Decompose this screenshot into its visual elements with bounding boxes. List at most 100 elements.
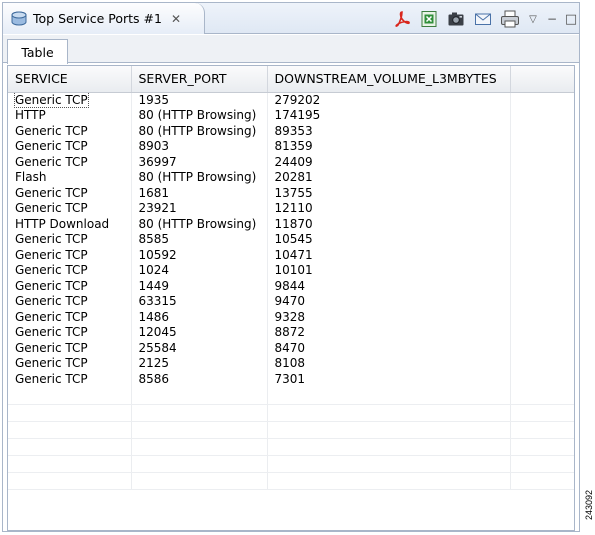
cell-filler: [510, 139, 574, 155]
table-row[interactable]: Generic TCP 1024 10101: [8, 263, 574, 279]
table-row[interactable]: Generic TCP 8903 81359: [8, 139, 574, 155]
empty-cell: [267, 472, 511, 490]
cell-service: Generic TCP: [8, 232, 132, 248]
view-toolbar: ▽ − □: [392, 8, 577, 30]
cell-server-port: 1935: [131, 92, 268, 108]
cell-service: Flash: [8, 170, 132, 186]
cell-service: Generic TCP: [8, 123, 132, 139]
empty-cell: [8, 404, 132, 422]
empty-cell: [131, 387, 268, 405]
cell-service: Generic TCP: [8, 139, 132, 155]
camera-icon[interactable]: [446, 9, 466, 29]
table-row[interactable]: Generic TCP 80 (HTTP Browsing) 89353: [8, 123, 574, 139]
cell-server-port: 36997: [131, 154, 268, 170]
cell-filler: [510, 247, 574, 263]
cell-downstream-volume: 13755: [267, 185, 511, 201]
cell-filler: [510, 232, 574, 248]
cell-filler: [510, 185, 574, 201]
table-row[interactable]: Generic TCP 2125 8108: [8, 356, 574, 372]
cell-downstream-volume: 8108: [267, 356, 511, 372]
cell-service: Generic TCP: [8, 340, 132, 356]
cell-downstream-volume: 9844: [267, 278, 511, 294]
pdf-export-icon[interactable]: [392, 9, 412, 29]
subtab-bar: Table: [3, 35, 579, 64]
column-header-server-port[interactable]: SERVER_PORT: [131, 66, 268, 93]
cell-server-port: 8585: [131, 232, 268, 248]
cell-filler: [510, 309, 574, 325]
cell-downstream-volume: 89353: [267, 123, 511, 139]
cell-service: Generic TCP: [8, 201, 132, 217]
cell-downstream-volume: 12110: [267, 201, 511, 217]
table-row[interactable]: Generic TCP 25584 8470: [8, 340, 574, 356]
table-row[interactable]: HTTP Download 80 (HTTP Browsing) 11870: [8, 216, 574, 232]
table-row[interactable]: Generic TCP 8585 10545: [8, 232, 574, 248]
empty-cell: [8, 472, 132, 490]
cell-server-port: 1024: [131, 263, 268, 279]
cell-server-port: 1486: [131, 309, 268, 325]
minimize-icon[interactable]: −: [546, 11, 558, 27]
empty-cell: [267, 455, 511, 473]
empty-cell: [267, 387, 511, 405]
table-row[interactable]: Generic TCP 1449 9844: [8, 278, 574, 294]
cell-server-port: 8903: [131, 139, 268, 155]
cell-downstream-volume: 8470: [267, 340, 511, 356]
cell-service: Generic TCP: [8, 185, 132, 201]
table-row[interactable]: Generic TCP 1935 279202: [8, 92, 574, 108]
view-title: Top Service Ports #1: [33, 11, 162, 26]
cell-filler: [510, 278, 574, 294]
cell-downstream-volume: 11870: [267, 216, 511, 232]
cell-server-port: 80 (HTTP Browsing): [131, 108, 268, 124]
cell-filler: [510, 201, 574, 217]
empty-cell: [8, 455, 132, 473]
table-header-row: SERVICE SERVER_PORT DOWNSTREAM_VOLUME_L3…: [8, 66, 574, 93]
cell-downstream-volume: 8872: [267, 325, 511, 341]
empty-cell: [131, 404, 268, 422]
empty-cell: [267, 438, 511, 456]
cell-filler: [510, 92, 574, 108]
column-header-filler: [510, 66, 574, 93]
cell-filler: [510, 325, 574, 341]
table-row[interactable]: Generic TCP 36997 24409: [8, 154, 574, 170]
cell-server-port: 80 (HTTP Browsing): [131, 216, 268, 232]
table-row[interactable]: Generic TCP 1486 9328: [8, 309, 574, 325]
table-row[interactable]: Flash 80 (HTTP Browsing) 20281: [8, 170, 574, 186]
close-icon[interactable]: ✕: [171, 12, 181, 26]
cell-filler: [510, 170, 574, 186]
cell-downstream-volume: 7301: [267, 371, 511, 387]
cell-downstream-volume: 9470: [267, 294, 511, 310]
tab-table[interactable]: Table: [7, 39, 68, 64]
empty-cell: [510, 404, 574, 422]
email-icon[interactable]: [473, 9, 493, 29]
cell-downstream-volume: 174195: [267, 108, 511, 124]
figure-id: 243092: [584, 489, 594, 521]
table-row[interactable]: Generic TCP 23921 12110: [8, 201, 574, 217]
table-row[interactable]: Generic TCP 1681 13755: [8, 185, 574, 201]
table-row[interactable]: Generic TCP 10592 10471: [8, 247, 574, 263]
cell-filler: [510, 340, 574, 356]
data-table: SERVICE SERVER_PORT DOWNSTREAM_VOLUME_L3…: [8, 66, 574, 490]
column-header-service[interactable]: SERVICE: [8, 66, 132, 93]
cell-service: Generic TCP: [8, 294, 132, 310]
empty-table-row: [8, 472, 574, 490]
data-table-container: SERVICE SERVER_PORT DOWNSTREAM_VOLUME_L3…: [7, 65, 575, 531]
cell-downstream-volume: 10101: [267, 263, 511, 279]
excel-export-icon[interactable]: [419, 9, 439, 29]
maximize-icon[interactable]: □: [565, 11, 577, 27]
table-row[interactable]: Generic TCP 12045 8872: [8, 325, 574, 341]
print-icon[interactable]: [500, 9, 520, 29]
cell-service: Generic TCP: [8, 154, 132, 170]
column-header-downstream-volume[interactable]: DOWNSTREAM_VOLUME_L3MBYTES: [267, 66, 511, 93]
view-tab[interactable]: Top Service Ports #1 ✕: [3, 3, 205, 34]
cell-server-port: 23921: [131, 201, 268, 217]
cell-service: HTTP Download: [8, 216, 132, 232]
cell-service: Generic TCP: [8, 356, 132, 372]
cell-server-port: 25584: [131, 340, 268, 356]
empty-cell: [8, 421, 132, 439]
view-menu-icon[interactable]: ▽: [527, 11, 539, 27]
cell-service: Generic TCP: [8, 92, 132, 108]
cell-filler: [510, 356, 574, 372]
table-row[interactable]: Generic TCP 8586 7301: [8, 371, 574, 387]
table-row[interactable]: HTTP 80 (HTTP Browsing) 174195: [8, 108, 574, 124]
table-row[interactable]: Generic TCP 63315 9470: [8, 294, 574, 310]
empty-cell: [131, 455, 268, 473]
